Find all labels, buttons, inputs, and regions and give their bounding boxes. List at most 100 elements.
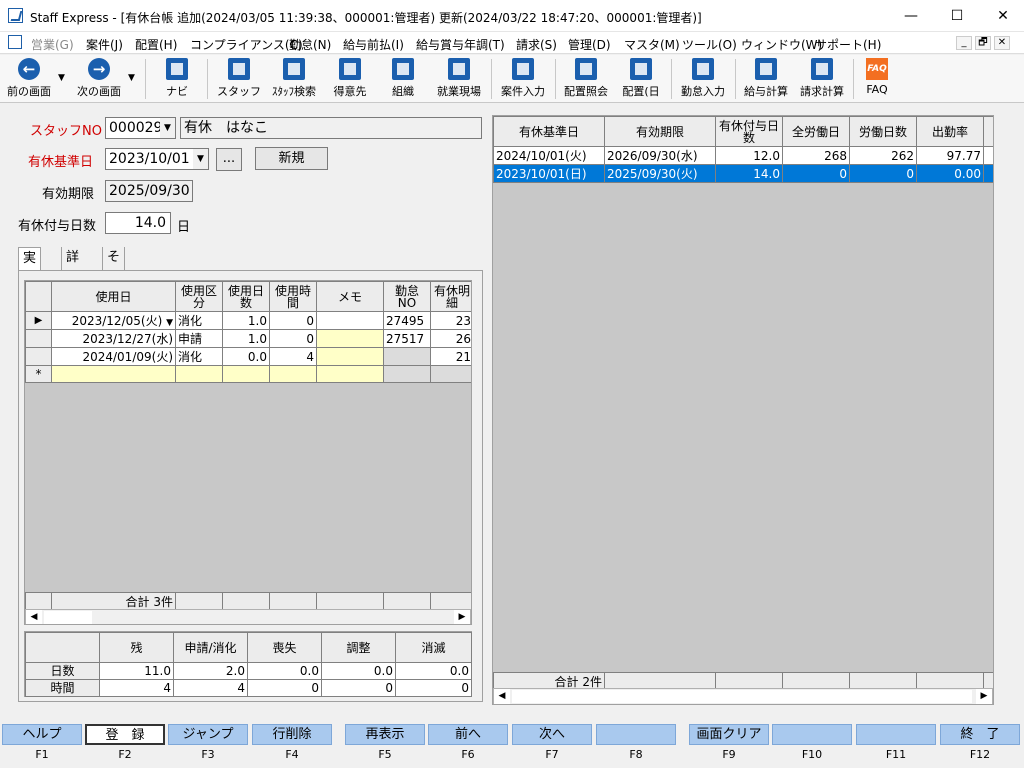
menu-sales[interactable]: 営業(G): [31, 36, 74, 53]
memo-cell[interactable]: [316, 311, 384, 330]
col-header-grant-days[interactable]: 有休付与日数: [715, 116, 783, 147]
close-button[interactable]: ✕: [980, 0, 1024, 32]
staff-no-combobox[interactable]: 000029 ▼: [105, 117, 176, 139]
jump-button[interactable]: ジャンプ: [168, 724, 248, 745]
base-date-cell[interactable]: 2024/10/01(火): [493, 146, 605, 165]
minimize-button[interactable]: —: [888, 0, 934, 32]
leave-detail-cell[interactable]: [430, 365, 471, 383]
mdi-close-button[interactable]: ✕: [994, 36, 1010, 50]
table-row[interactable]: ▶ 2023/12/05(火) ▼ 消化 1.0 0 27495 23: [25, 311, 471, 330]
menu-master[interactable]: マスタ(M): [624, 36, 680, 53]
attendance-input-button[interactable]: 勤怠入力: [676, 58, 730, 100]
table-row[interactable]: 2024/10/01(火) 2026/09/30(水) 12.0 268 262…: [493, 146, 993, 165]
menu-compliance[interactable]: コンプライアンス(C): [190, 36, 303, 53]
billing-button[interactable]: 請求計算: [795, 58, 849, 100]
clear-screen-button[interactable]: 画面クリア: [689, 724, 769, 745]
organization-button[interactable]: 組織: [381, 58, 425, 100]
exit-button[interactable]: 終 了: [940, 724, 1020, 745]
col-header-expiry[interactable]: 有効期限: [604, 116, 716, 147]
row-header[interactable]: [25, 347, 52, 366]
leave-detail-cell[interactable]: 23: [430, 311, 471, 330]
worked-days-cell[interactable]: 0: [849, 164, 917, 183]
assignment-daily-button[interactable]: 配置(日: [616, 58, 666, 100]
menu-project[interactable]: 案件(J): [86, 36, 123, 53]
menu-payroll[interactable]: 給与賞与年調(T): [416, 36, 505, 53]
new-row[interactable]: *: [25, 365, 471, 383]
usage-date-cell[interactable]: 2023/12/05(火) ▼: [51, 311, 176, 330]
col-header-base-date[interactable]: 有休基準日: [493, 116, 605, 147]
attendance-no-cell[interactable]: 27517: [383, 329, 431, 348]
grant-days-cell[interactable]: 14.0: [715, 164, 783, 183]
usage-type-cell[interactable]: 消化: [175, 311, 223, 330]
scroll-thumb[interactable]: [512, 690, 972, 703]
scroll-left-icon[interactable]: ◀: [494, 689, 510, 704]
payroll-button[interactable]: 給与計算: [740, 58, 792, 100]
menu-assignment[interactable]: 配置(H): [135, 36, 177, 53]
expiry-cell[interactable]: 2026/09/30(水): [604, 146, 716, 165]
base-date-cell[interactable]: 2023/10/01(日): [493, 164, 605, 183]
mdi-restore-button[interactable]: 🗗: [975, 36, 991, 50]
usage-type-cell[interactable]: 消化: [175, 347, 223, 366]
register-button[interactable]: 登 録: [85, 724, 165, 745]
memo-cell[interactable]: [316, 347, 384, 366]
assignment-inquiry-button[interactable]: 配置照会: [559, 58, 613, 100]
usage-days-cell[interactable]: 0.0: [222, 347, 270, 366]
forward-dropdown-icon[interactable]: ▼: [128, 73, 135, 83]
menu-support[interactable]: サポート(H): [815, 36, 881, 53]
table-row[interactable]: 2023/12/27(水) 申請 1.0 0 27517 26: [25, 329, 471, 348]
faq-button[interactable]: FAQ FAQ: [860, 58, 894, 100]
usage-hours-cell[interactable]: 0: [269, 329, 317, 348]
chevron-down-icon[interactable]: ▼: [160, 118, 175, 138]
col-header-extra[interactable]: [983, 116, 993, 147]
refresh-button[interactable]: 再表示: [345, 724, 425, 745]
menu-management[interactable]: 管理(D): [568, 36, 611, 53]
back-button[interactable]: ← 前の画面: [4, 58, 54, 100]
memo-cell[interactable]: [316, 365, 384, 383]
tab-other[interactable]: その他: [102, 247, 126, 309]
forward-button[interactable]: → 次の画面: [72, 58, 126, 100]
history-grid-scrollbar[interactable]: ◀ ▶: [493, 688, 993, 704]
chevron-down-icon[interactable]: ▼: [166, 318, 173, 328]
attendance-no-cell[interactable]: [383, 365, 431, 383]
attendance-no-cell[interactable]: [383, 347, 431, 366]
usage-hours-cell[interactable]: 4: [269, 347, 317, 366]
table-row[interactable]: 2024/01/09(火) 消化 0.0 4 21: [25, 347, 471, 366]
usage-grid-scrollbar[interactable]: ◀ ▶: [25, 609, 471, 624]
new-row-icon[interactable]: *: [25, 365, 52, 383]
total-workdays-cell[interactable]: 0: [782, 164, 850, 183]
worked-days-cell[interactable]: 262: [849, 146, 917, 165]
usage-hours-cell[interactable]: [269, 365, 317, 383]
col-header-usage-type[interactable]: 使用区分: [175, 281, 223, 312]
usage-date-cell[interactable]: 2024/01/09(火): [51, 347, 176, 366]
menu-advance-pay[interactable]: 給与前払(I): [343, 36, 404, 53]
f8-button[interactable]: [596, 724, 676, 745]
usage-days-cell[interactable]: 1.0: [222, 329, 270, 348]
staff-search-button[interactable]: ｽﾀｯﾌ検索: [266, 58, 322, 100]
new-button[interactable]: 新規: [255, 147, 328, 170]
menu-attendance[interactable]: 勤怠(N): [289, 36, 331, 53]
mdi-minimize-button[interactable]: _: [956, 36, 972, 50]
expiry-cell[interactable]: 2025/09/30(火): [604, 164, 716, 183]
staff-button[interactable]: スタッフ: [216, 58, 262, 100]
f11-button[interactable]: [856, 724, 936, 745]
table-row-selected[interactable]: 2023/10/01(日) 2025/09/30(火) 14.0 0 0 0.0…: [493, 164, 993, 183]
tab-results[interactable]: 実績: [18, 247, 42, 288]
project-input-button[interactable]: 案件入力: [496, 58, 550, 100]
leave-detail-cell[interactable]: 26: [430, 329, 471, 348]
total-workdays-cell[interactable]: 268: [782, 146, 850, 165]
help-button[interactable]: ヘルプ: [2, 724, 82, 745]
usage-days-cell[interactable]: 1.0: [222, 311, 270, 330]
usage-type-cell[interactable]: 申請: [175, 329, 223, 348]
attendance-rate-cell[interactable]: 97.77: [916, 146, 984, 165]
usage-date-cell[interactable]: [51, 365, 176, 383]
usage-days-cell[interactable]: [222, 365, 270, 383]
scroll-left-icon[interactable]: ◀: [26, 610, 42, 624]
col-header-memo[interactable]: メモ: [316, 281, 384, 312]
scroll-right-icon[interactable]: ▶: [454, 610, 470, 624]
extra-cell[interactable]: [983, 146, 993, 165]
grant-days-input[interactable]: 14.0: [105, 212, 171, 234]
col-header-leave-detail[interactable]: 有休明細: [430, 281, 471, 312]
chevron-down-icon[interactable]: ▼: [193, 149, 208, 169]
menu-window[interactable]: ウィンドウ(W): [741, 36, 822, 53]
navi-button[interactable]: ナビ: [155, 58, 199, 100]
